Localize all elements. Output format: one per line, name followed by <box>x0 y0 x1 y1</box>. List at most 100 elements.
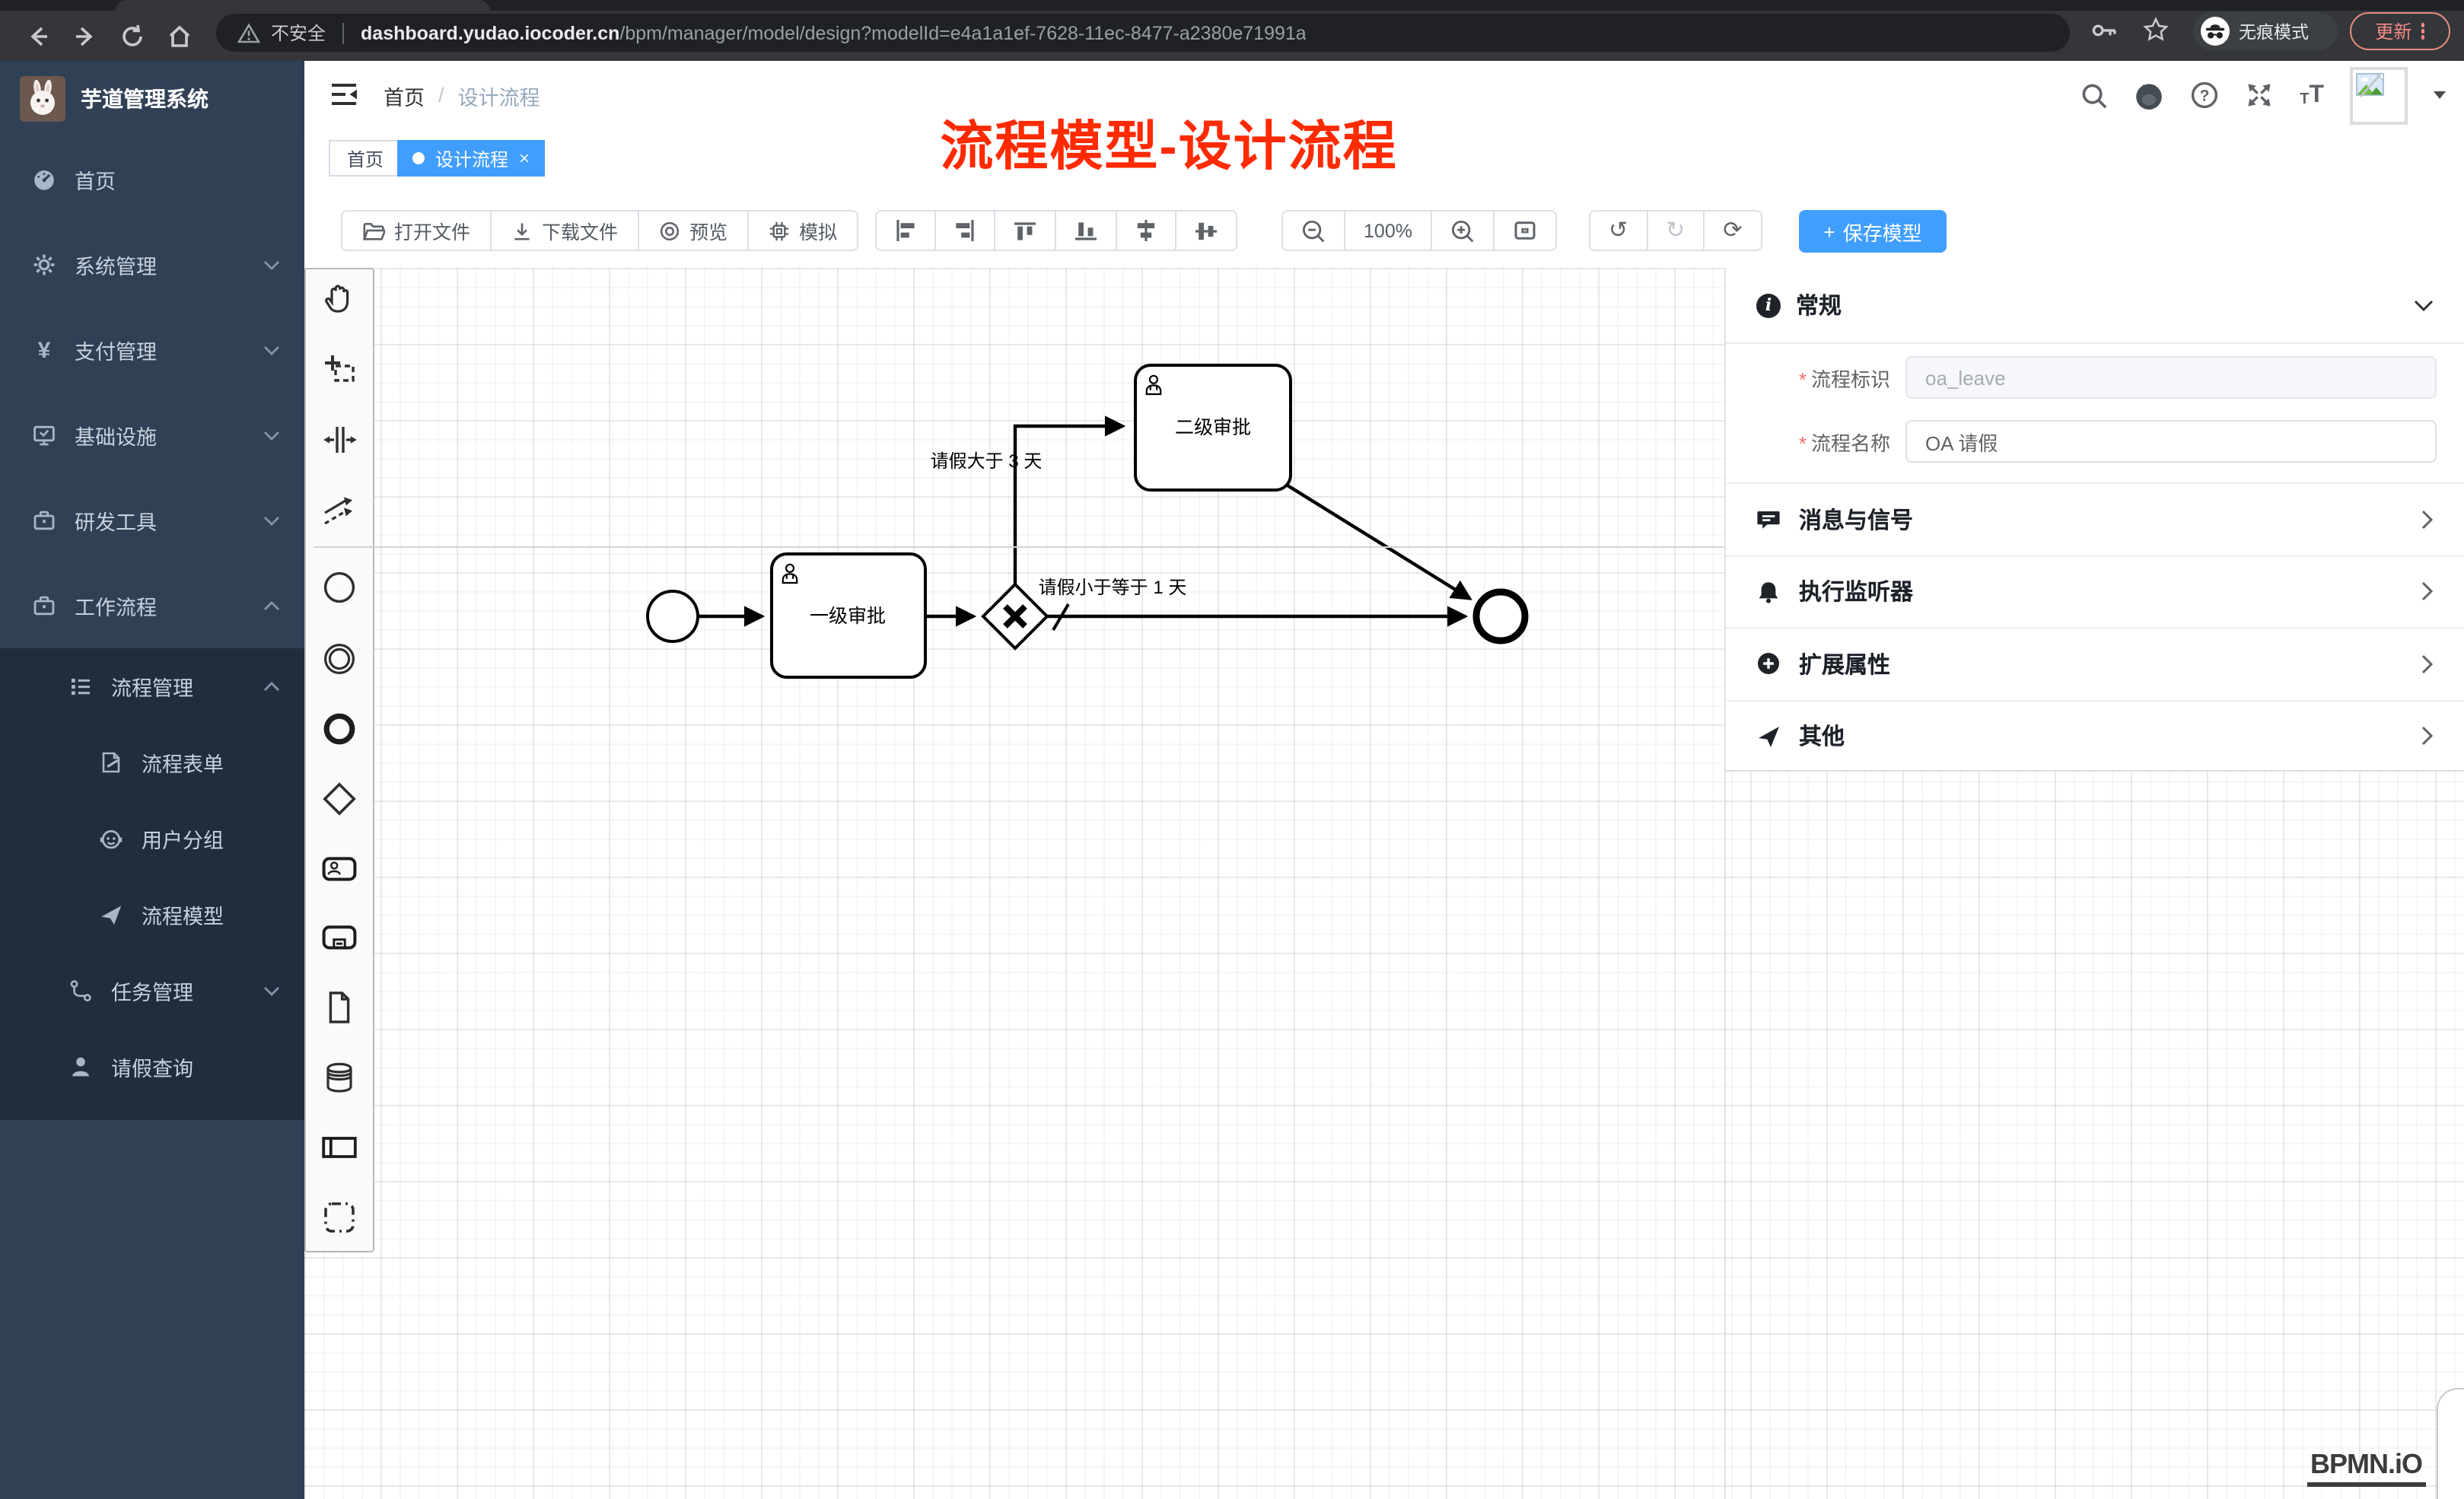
sequence-flow[interactable] <box>1288 485 1470 599</box>
sidebar-item-home[interactable]: 首页 <box>0 137 304 222</box>
back-icon[interactable] <box>21 19 55 53</box>
header-actions: ? TT <box>2080 61 2446 129</box>
chevron-right-icon <box>2421 727 2434 746</box>
connection-tool-icon[interactable] <box>320 490 359 530</box>
field-label: *流程标识 <box>1726 363 1890 392</box>
folder-open-icon <box>362 220 385 241</box>
search-icon[interactable] <box>2080 81 2108 109</box>
section-messages-signals[interactable]: 消息与信号 <box>1726 482 2464 555</box>
preview-button[interactable]: 预览 <box>638 210 749 251</box>
section-other[interactable]: 其他 <box>1726 699 2464 772</box>
security-label[interactable]: 不安全 <box>271 20 326 46</box>
tab-design-process[interactable]: 设计流程 × <box>397 140 545 177</box>
breadcrumb-home[interactable]: 首页 <box>384 80 425 110</box>
user-task-entry-icon[interactable] <box>320 849 359 889</box>
kebab-menu-icon[interactable] <box>2421 21 2424 42</box>
bpmn-io-logo[interactable]: BPMN.iO <box>2307 1449 2425 1487</box>
align-center-horizontal-button[interactable] <box>1116 210 1176 251</box>
align-top-button[interactable] <box>994 210 1056 251</box>
field-process-key: *流程标识 <box>1726 347 2464 408</box>
subprocess-entry-icon[interactable] <box>320 918 359 957</box>
help-icon[interactable]: ? <box>2190 81 2219 110</box>
save-model-button[interactable]: + 保存模型 <box>1799 210 1947 253</box>
browser-menu-button[interactable]: 更新 <box>2350 12 2450 50</box>
align-left-button[interactable] <box>875 210 936 251</box>
avatar-caret-icon[interactable] <box>2434 91 2446 99</box>
url-domain: dashboard.yudao.iocoder.cn <box>361 22 619 43</box>
star-icon[interactable] <box>2143 17 2169 43</box>
sidebar-fold-icon[interactable] <box>329 81 359 108</box>
bpmn-canvas[interactable]: 一级审批 请假大于 3 天 二级审批 <box>304 268 2464 1499</box>
tab-home[interactable]: 首页 <box>329 140 402 177</box>
start-event-entry-icon[interactable] <box>320 568 359 607</box>
avatar[interactable] <box>2350 66 2408 124</box>
reset-viewport-button[interactable] <box>1493 210 1557 251</box>
incognito-label: 无痕模式 <box>2239 19 2309 43</box>
sidebar-item-label: 用户分组 <box>142 823 224 854</box>
lasso-tool-icon[interactable] <box>320 350 359 390</box>
space-tool-icon[interactable] <box>320 420 359 460</box>
url-bar[interactable]: 不安全 dashboard.yudao.iocoder.cn/bpm/manag… <box>216 14 2070 52</box>
sidebar-item-infra[interactable]: 基础设施 <box>0 393 304 478</box>
app-title: 芋道管理系统 <box>81 84 209 114</box>
hand-tool-icon[interactable] <box>320 278 359 318</box>
restart-button[interactable]: ⟳ <box>1703 210 1762 251</box>
download-file-button[interactable]: 下载文件 <box>490 210 639 251</box>
update-label[interactable]: 更新 <box>2375 18 2411 44</box>
conditional-flow-gt[interactable] <box>1015 426 1123 584</box>
data-store-entry-icon[interactable] <box>320 1058 359 1097</box>
fullscreen-icon[interactable] <box>2245 81 2274 110</box>
process-name-input[interactable] <box>1905 420 2437 463</box>
active-dot-icon <box>412 152 425 164</box>
sidebar-item-system[interactable]: 系统管理 <box>0 222 304 307</box>
field-label: *流程名称 <box>1726 427 1890 456</box>
github-icon[interactable] <box>2134 80 2164 110</box>
align-right-button[interactable] <box>934 210 995 251</box>
end-event-entry-icon[interactable] <box>320 709 359 749</box>
participant-pool-entry-icon[interactable] <box>320 1128 359 1167</box>
section-title: 执行监听器 <box>1799 576 1913 608</box>
end-event[interactable] <box>1476 592 1525 641</box>
zoom-level[interactable]: 100% <box>1344 210 1432 251</box>
sidebar-item-payment[interactable]: ¥ 支付管理 <box>0 307 304 393</box>
section-title: 其他 <box>1799 721 1845 753</box>
chevron-down-icon[interactable] <box>2414 299 2434 311</box>
sidebar-item-leave-query[interactable]: 请假查询 <box>0 1029 304 1105</box>
sidebar-item-devtools[interactable]: 研发工具 <box>0 478 304 563</box>
simulate-button[interactable]: 模拟 <box>747 210 858 251</box>
process-key-input[interactable] <box>1905 356 2437 399</box>
reload-icon[interactable] <box>116 19 149 53</box>
zoom-out-button[interactable] <box>1281 210 1345 251</box>
sidebar-item-task-mgmt[interactable]: 任务管理 <box>0 953 304 1029</box>
redo-button[interactable]: ↻ <box>1646 210 1705 251</box>
intermediate-event-entry-icon[interactable] <box>320 639 359 679</box>
section-execution-listeners[interactable]: 执行监听器 <box>1726 555 2464 627</box>
section-general[interactable]: i 常规 <box>1726 268 2464 344</box>
app-logo-row[interactable]: 芋道管理系统 <box>0 61 304 137</box>
zoom-in-button[interactable] <box>1431 210 1495 251</box>
data-object-entry-icon[interactable] <box>320 988 359 1027</box>
save-label: 保存模型 <box>1843 217 1922 246</box>
sidebar-item-user-group[interactable]: 用户分组 <box>0 800 304 877</box>
tab-close-icon[interactable]: × <box>519 148 530 169</box>
open-file-button[interactable]: 打开文件 <box>341 210 492 251</box>
sidebar-item-process-form[interactable]: 流程表单 <box>0 724 304 800</box>
forward-icon[interactable] <box>68 19 102 53</box>
browser-active-tab[interactable] <box>116 0 490 11</box>
section-extended-attributes[interactable]: 扩展属性 <box>1726 627 2464 699</box>
sidebar-item-label: 支付管理 <box>75 335 157 365</box>
align-center-vertical-button[interactable] <box>1175 210 1237 251</box>
align-bottom-button[interactable] <box>1055 210 1117 251</box>
sidebar-item-workflow[interactable]: 工作流程 <box>0 563 304 648</box>
tree-list-icon <box>67 674 94 699</box>
home-icon[interactable] <box>163 19 196 53</box>
url-text[interactable]: dashboard.yudao.iocoder.cn/bpm/manager/m… <box>361 22 1307 43</box>
gateway-entry-icon[interactable] <box>320 779 359 819</box>
key-icon[interactable] <box>2091 20 2119 41</box>
sidebar-item-process-model[interactable]: 流程模型 <box>0 877 304 953</box>
group-entry-icon[interactable] <box>320 1198 359 1237</box>
undo-button[interactable]: ↺ <box>1589 210 1647 251</box>
font-size-icon[interactable]: TT <box>2300 83 2324 107</box>
start-event[interactable] <box>648 591 698 641</box>
sidebar-item-process-mgmt[interactable]: 流程管理 <box>0 648 304 724</box>
